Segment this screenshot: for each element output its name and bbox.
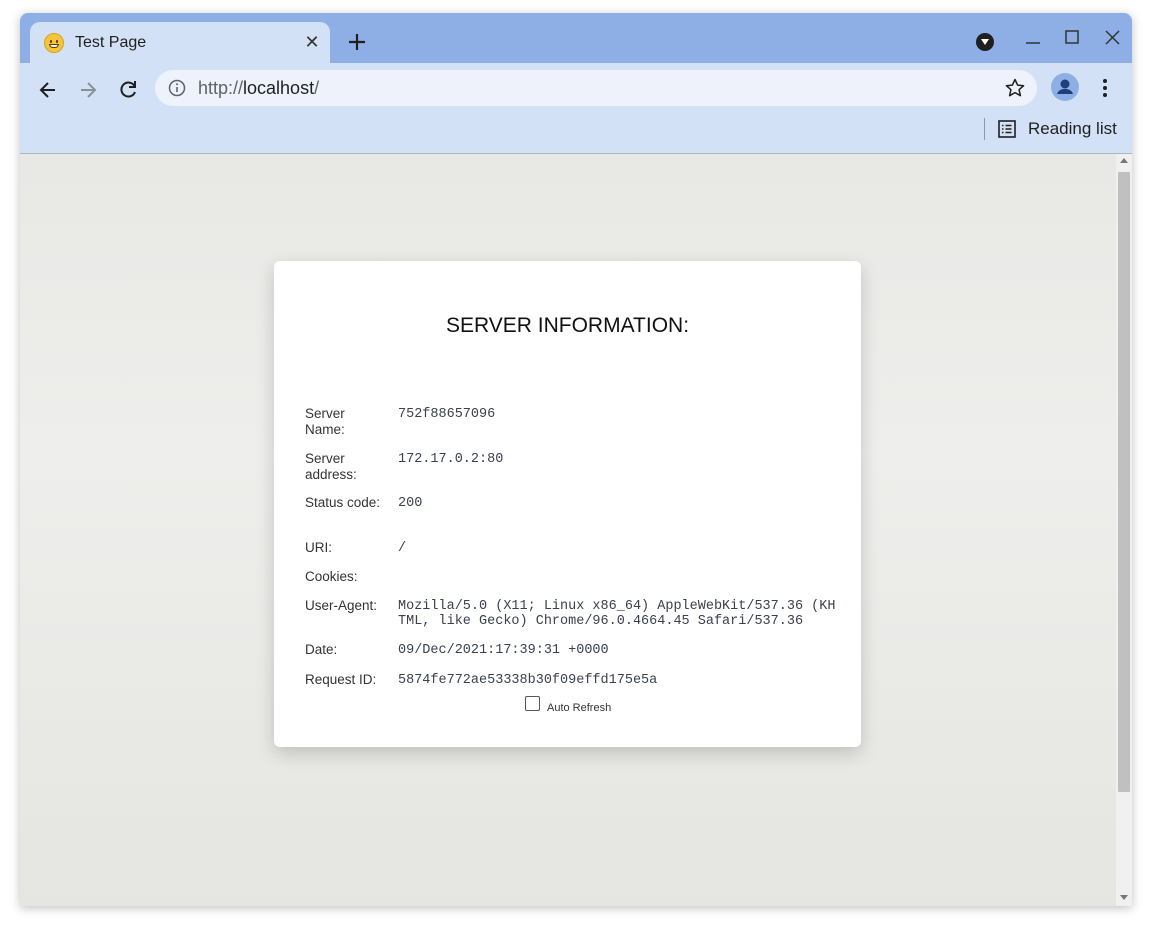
tab-strip: Test Page ✕ [20, 13, 1132, 64]
reading-list-label: Reading list [1028, 119, 1117, 138]
info-value: 5874fe772ae53338b30f09effd175e5a [398, 673, 658, 688]
info-key: URI: [305, 540, 332, 555]
tab-title: Test Page [75, 34, 147, 51]
tab-test-page[interactable]: Test Page ✕ [30, 22, 330, 64]
info-value: / [398, 541, 407, 556]
url-scheme: http:// [198, 78, 244, 98]
more-vert-icon[interactable] [1095, 76, 1115, 100]
browser-window: Test Page ✕ http://localhost/ Reading li… [20, 13, 1132, 906]
url-path: / [314, 78, 320, 98]
info-key: User-Agent: [305, 598, 378, 613]
address-bar[interactable]: http://localhost/ [155, 70, 1037, 106]
reload-icon[interactable] [114, 76, 142, 104]
forward-arrow-icon[interactable] [74, 76, 102, 104]
maximize-icon[interactable] [1062, 27, 1084, 49]
info-key: Request ID: [305, 672, 377, 687]
info-key: Date: [305, 642, 338, 657]
scroll-thumb[interactable] [1118, 172, 1130, 792]
minimize-icon[interactable] [1022, 27, 1044, 49]
info-key: Status code: [305, 495, 381, 510]
info-key: Server Name: [305, 406, 345, 437]
url-host: localhost [243, 78, 315, 98]
bookmark-separator [984, 118, 985, 140]
close-icon[interactable]: ✕ [302, 32, 322, 52]
page-viewport: SERVER INFORMATION: Server Name: 752f886… [20, 154, 1132, 906]
url-text: http://localhost/ [198, 78, 319, 99]
page-title: SERVER INFORMATION: [445, 314, 690, 337]
tab-search-icon[interactable] [976, 33, 994, 51]
info-icon[interactable] [168, 79, 186, 97]
scroll-up-arrow-icon[interactable] [1120, 158, 1128, 163]
grinning-face-favicon-icon [44, 33, 64, 53]
info-value: 752f88657096 [398, 407, 496, 422]
auto-refresh-label[interactable]: Auto Refresh [547, 702, 611, 714]
server-info-card: SERVER INFORMATION: Server Name: 752f886… [274, 261, 861, 747]
info-key: Cookies: [305, 569, 358, 584]
reading-list-icon [997, 119, 1017, 144]
info-value: 200 [398, 496, 423, 511]
vertical-scrollbar[interactable] [1116, 154, 1132, 906]
info-key: Server address: [305, 451, 357, 482]
scroll-down-arrow-icon[interactable] [1120, 895, 1128, 900]
new-tab-button[interactable] [345, 30, 369, 54]
back-arrow-icon[interactable] [34, 76, 62, 104]
star-icon[interactable] [1004, 77, 1026, 99]
info-value: 172.17.0.2:80 [398, 452, 504, 467]
info-value: Mozilla/5.0 (X11; Linux x86_64) AppleWeb… [398, 599, 836, 629]
account-icon[interactable] [1051, 73, 1079, 101]
close-window-icon[interactable] [1101, 27, 1123, 49]
info-value: 09/Dec/2021:17:39:31 +0000 [398, 643, 609, 658]
browser-toolbar: http://localhost/ Reading list [20, 63, 1132, 154]
auto-refresh-checkbox[interactable] [525, 696, 540, 711]
